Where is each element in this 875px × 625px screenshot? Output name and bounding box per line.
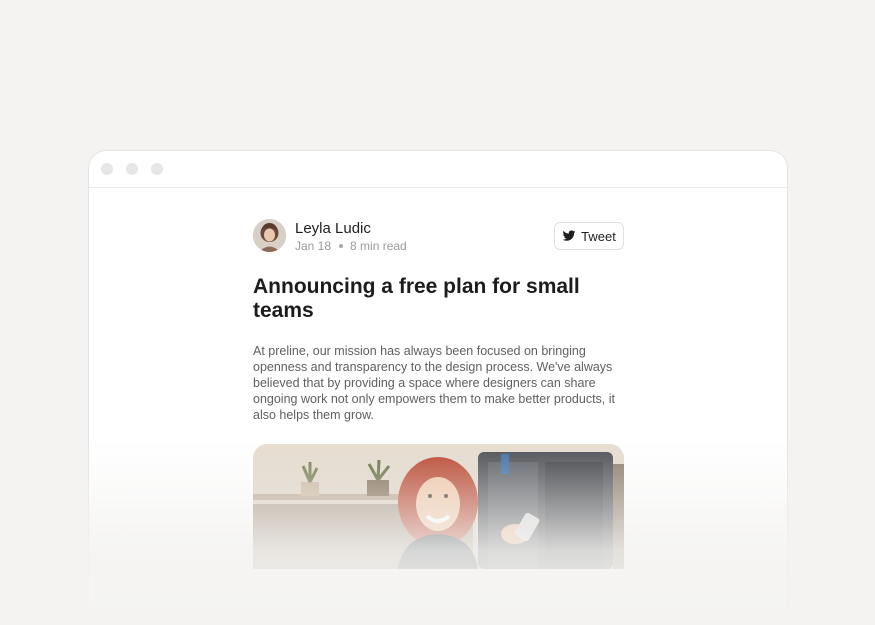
browser-window: Leyla Ludic Jan 18 8 min read Tweet Annou… <box>88 150 788 625</box>
avatar[interactable] <box>253 219 286 252</box>
window-dot-icon <box>151 163 163 175</box>
post-meta: Jan 18 8 min read <box>295 239 407 253</box>
author-row: Leyla Ludic Jan 18 8 min read Tweet <box>253 218 624 254</box>
blog-article: Leyla Ludic Jan 18 8 min read Tweet Annou… <box>253 218 624 569</box>
twitter-icon <box>562 230 576 241</box>
tweet-button[interactable]: Tweet <box>554 222 624 250</box>
author-name[interactable]: Leyla Ludic <box>295 220 371 237</box>
window-titlebar <box>89 151 787 188</box>
separator-dot-icon <box>339 243 344 248</box>
article-body: At preline, our mission has always been … <box>253 344 615 422</box>
article-title: Announcing a free plan for small teams <box>253 275 580 322</box>
tweet-label: Tweet <box>581 228 616 244</box>
article-image <box>253 444 624 569</box>
post-date: Jan 18 <box>295 239 332 253</box>
window-dot-icon <box>101 163 113 175</box>
window-dot-icon <box>126 163 138 175</box>
read-time: 8 min read <box>350 239 407 253</box>
